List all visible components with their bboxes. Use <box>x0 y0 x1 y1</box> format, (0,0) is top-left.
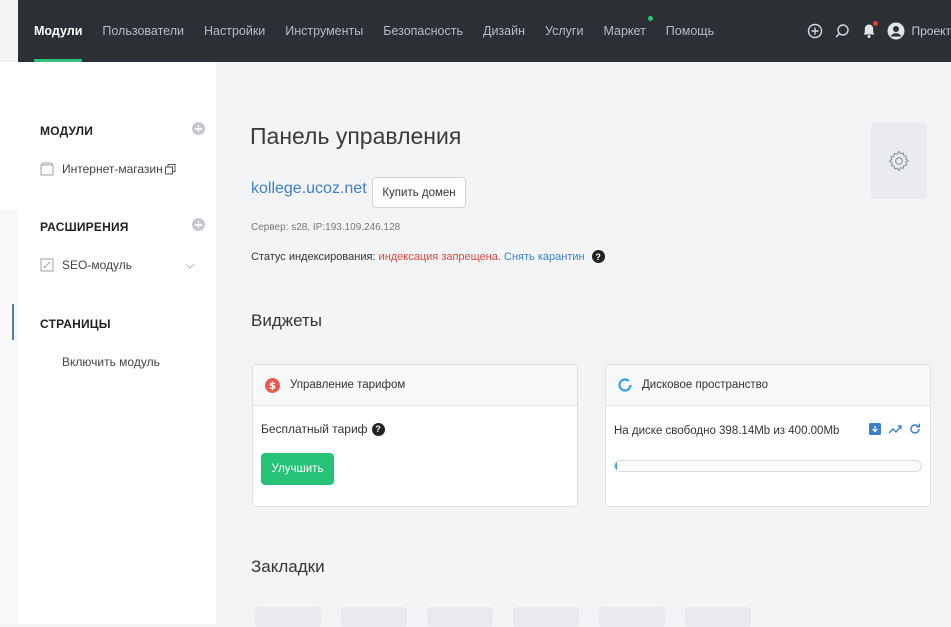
svg-text:$: $ <box>269 381 276 392</box>
upgrade-button[interactable]: Улучшить <box>261 453 334 485</box>
extensions-heading: РАСШИРЕНИЯ <box>40 220 129 234</box>
sidebar-item-label: SEO-модуль <box>62 258 132 272</box>
indexing-status-label: Статус индексирования: <box>251 250 376 263</box>
add-module-plus-icon[interactable] <box>192 122 205 135</box>
pages-heading: СТРАНИЦЫ <box>40 317 111 331</box>
left-edge-panel <box>0 62 18 210</box>
chevron-down-icon[interactable] <box>185 263 195 269</box>
nav-item-7[interactable]: Маркет <box>593 0 655 62</box>
tariff-widget: $ Управление тарифом Бесплатный тариф ? … <box>252 364 578 507</box>
seo-edit-icon <box>40 258 54 272</box>
disk-usage-progress <box>614 460 922 472</box>
site-domain-link[interactable]: kollege.ucoz.net <box>251 180 367 198</box>
nav-item-label: Безопасность <box>383 24 463 38</box>
disk-widget-header: Дисковое пространство <box>606 365 930 406</box>
nav-item-label: Услуги <box>545 24 584 38</box>
add-extension-plus-icon[interactable] <box>192 218 205 231</box>
nav-item-5[interactable]: Дизайн <box>473 0 535 62</box>
nav-item-3[interactable]: Инструменты <box>275 0 373 62</box>
trend-chart-icon[interactable] <box>888 423 902 435</box>
nav-item-2[interactable]: Настройки <box>194 0 275 62</box>
modules-heading: МОДУЛИ <box>40 124 94 138</box>
tariff-plan: Бесплатный тариф ? <box>261 422 385 436</box>
page-title: Панель управления <box>250 123 462 149</box>
sidebar: МОДУЛИ Интернет-магазин РАСШИРЕНИЯ SEO-м… <box>18 62 216 624</box>
disk-actions <box>862 423 921 435</box>
bell-icon[interactable] <box>858 20 880 42</box>
tariff-plan-label: Бесплатный тариф <box>261 422 368 436</box>
help-question-icon[interactable]: ? <box>371 422 385 436</box>
bookmark-tile[interactable] <box>513 607 579 627</box>
plus-circle-icon[interactable] <box>804 20 826 42</box>
gear-icon <box>888 150 910 172</box>
indexing-status: Статус индексирования: индексация запрещ… <box>251 250 605 263</box>
settings-button[interactable] <box>871 123 927 199</box>
widgets-title: Виджеты <box>251 311 323 330</box>
buy-domain-button[interactable]: Купить домен <box>372 177 466 208</box>
nav-item-6[interactable]: Услуги <box>535 0 593 62</box>
new-indicator-dot <box>647 16 653 21</box>
help-question-icon[interactable]: ? <box>591 250 605 263</box>
left-edge-marker <box>12 304 14 340</box>
enable-module-link[interactable]: Включить модуль <box>62 355 160 369</box>
main-menu: Модули Пользователи Настройки Инструменты Бе… <box>18 0 724 62</box>
remove-quarantine-link[interactable]: Снять карантин <box>504 251 585 263</box>
nav-item-label: Настройки <box>203 24 266 38</box>
notification-dot <box>873 21 879 26</box>
bookmark-tile[interactable] <box>685 607 751 627</box>
indexing-status-value: индексация запрещена. <box>378 250 501 263</box>
tariff-widget-title: Управление тарифом <box>290 379 406 391</box>
disk-widget-title: Дисковое пространство <box>642 379 769 391</box>
bookmark-tile[interactable] <box>599 607 665 627</box>
sidebar-item-seo[interactable]: SEO-модуль <box>40 258 132 272</box>
folder-icon <box>40 162 54 176</box>
nav-item-label: Инструменты <box>285 24 364 38</box>
left-edge-strip <box>0 62 18 624</box>
external-window-icon <box>164 163 176 174</box>
dollar-circle-icon: $ <box>265 377 280 393</box>
nav-item-1[interactable]: Пользователи <box>92 0 194 62</box>
search-icon[interactable] <box>831 20 853 42</box>
nav-item-8[interactable]: Помощь <box>656 0 724 62</box>
server-info: Сервер: s28, IP:193.109.246.128 <box>251 222 401 233</box>
bookmark-tile[interactable] <box>255 607 321 627</box>
disk-space-widget: Дисковое пространство На диске свободно … <box>605 364 931 507</box>
disk-free-text: На диске свободно 398.14Mb из 400.00Mb <box>614 425 840 437</box>
nav-item-0[interactable]: Модули <box>18 0 92 62</box>
project-menu[interactable]: Проект <box>911 24 951 38</box>
nav-item-label: Дизайн <box>482 24 526 38</box>
sidebar-item-label: Интернет-магазин <box>62 162 163 176</box>
tariff-widget-header: $ Управление тарифом <box>253 365 577 406</box>
nav-item-4[interactable]: Безопасность <box>373 0 473 62</box>
nav-item-label: Пользователи <box>102 24 184 38</box>
user-avatar-icon[interactable] <box>885 20 907 42</box>
sidebar-item-online-shop[interactable]: Интернет-магазин <box>40 162 176 176</box>
bookmarks-title: Закладки <box>251 557 325 576</box>
disk-usage-progress-fill <box>615 461 617 471</box>
nav-item-label: Помощь <box>665 24 715 38</box>
bookmark-tile[interactable] <box>341 607 407 627</box>
save-icon[interactable] <box>869 423 881 435</box>
bookmark-tile[interactable] <box>427 607 493 627</box>
topbar-actions: Проект <box>799 0 951 62</box>
top-navigation-bar: Модули Пользователи Настройки Инструменты Бе… <box>18 0 951 62</box>
refresh-icon[interactable] <box>909 423 921 435</box>
disk-usage-ring-icon <box>618 378 632 392</box>
nav-item-label: Маркет <box>603 24 646 38</box>
nav-item-label: Модули <box>34 24 83 38</box>
